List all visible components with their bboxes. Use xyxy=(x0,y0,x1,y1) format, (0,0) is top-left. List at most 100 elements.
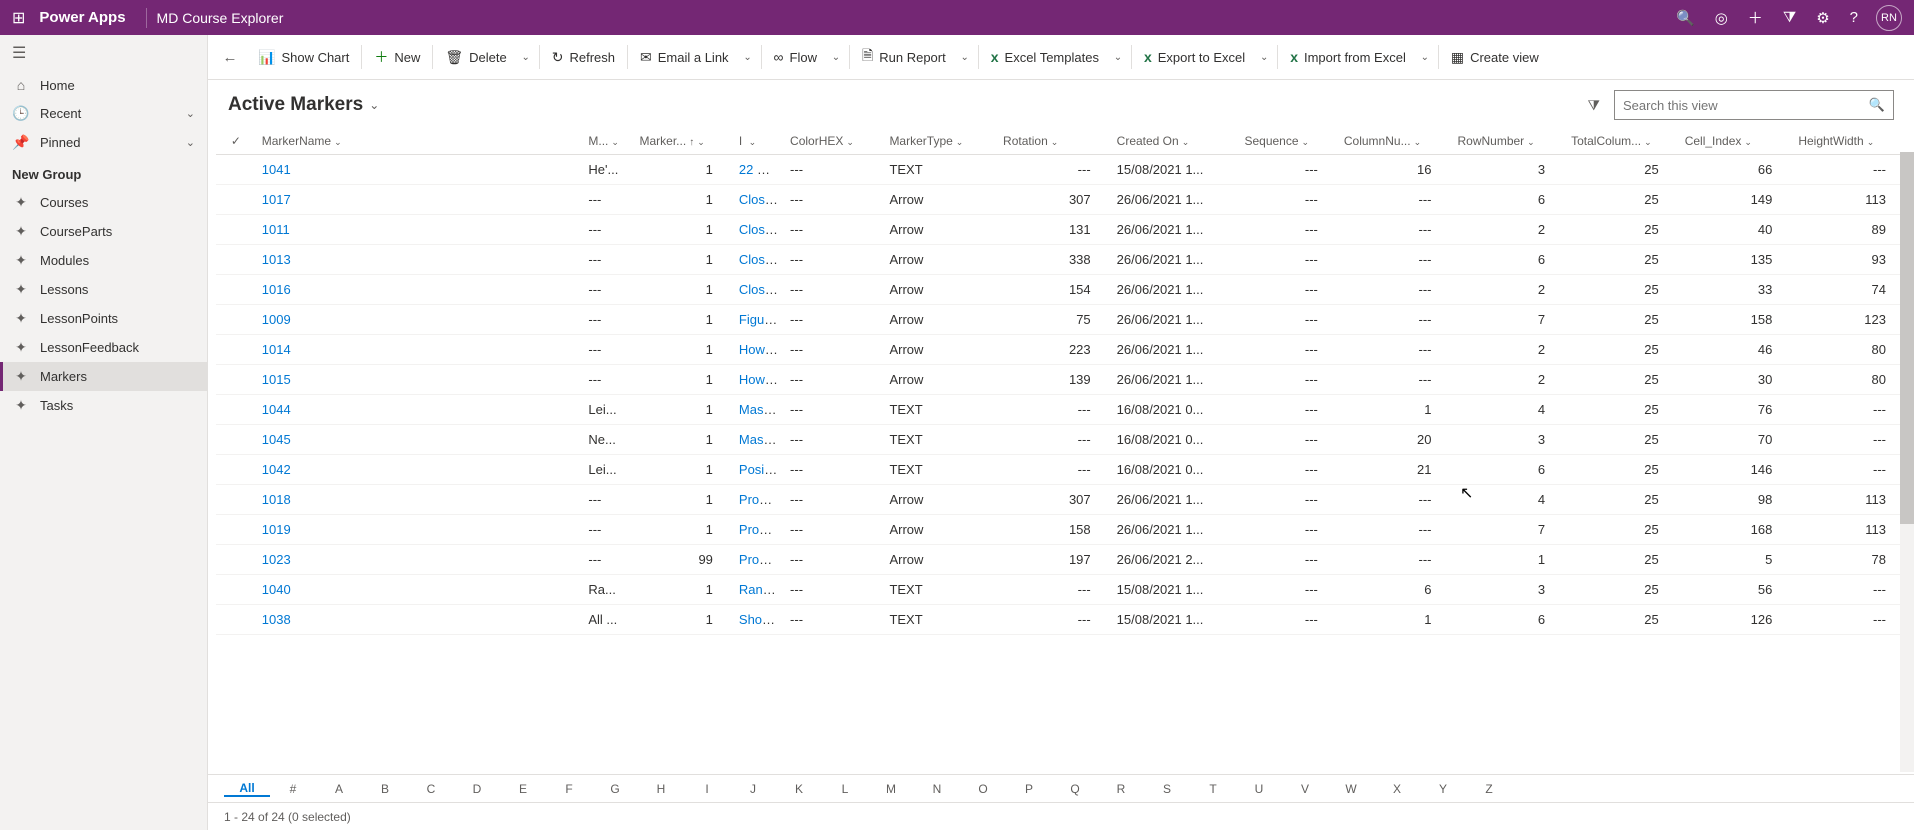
view-switcher[interactable]: ⌄ xyxy=(369,98,379,112)
row-checkbox[interactable] xyxy=(216,305,256,335)
alpha-index-H[interactable]: H xyxy=(638,782,684,796)
i-link[interactable]: Proximi xyxy=(739,492,782,507)
column-header[interactable]: RowNumber⌄ xyxy=(1451,128,1565,155)
table-row[interactable]: 1015---1How hu---Arrow13926/06/2021 1...… xyxy=(216,365,1906,395)
alpha-index-C[interactable]: C xyxy=(408,782,454,796)
select-all-checkbox[interactable]: ✓ xyxy=(216,128,256,155)
row-checkbox[interactable] xyxy=(216,155,256,185)
help-icon[interactable]: ? xyxy=(1850,9,1858,26)
row-checkbox[interactable] xyxy=(216,605,256,635)
row-checkbox[interactable] xyxy=(216,425,256,455)
back-button[interactable]: ← xyxy=(216,49,244,66)
run-report-button[interactable]: 🗎Run Report xyxy=(854,35,954,79)
marker-name-link[interactable]: 1042 xyxy=(262,462,291,477)
alpha-index-A[interactable]: A xyxy=(316,782,362,796)
table-row[interactable]: 1016---1Closure---Arrow15426/06/2021 1..… xyxy=(216,275,1906,305)
export-excel-button[interactable]: xExport to Excel xyxy=(1136,35,1253,79)
table-row[interactable]: 1045Ne...1Massive---TEXT---16/08/2021 0.… xyxy=(216,425,1906,455)
alpha-index-All[interactable]: All xyxy=(224,781,270,797)
marker-name-link[interactable]: 1015 xyxy=(262,372,291,387)
marker-name-link[interactable]: 1014 xyxy=(262,342,291,357)
i-link[interactable]: Massive xyxy=(739,432,784,447)
nav-pinned[interactable]: 📌 Pinned ⌄ xyxy=(0,128,207,157)
row-checkbox[interactable] xyxy=(216,575,256,605)
email-link-button[interactable]: ✉Email a Link xyxy=(632,35,737,79)
alpha-index-P[interactable]: P xyxy=(1006,782,1052,796)
target-icon[interactable]: ◎ xyxy=(1715,9,1728,27)
alpha-index-O[interactable]: O xyxy=(960,782,1006,796)
i-link[interactable]: How hu xyxy=(739,342,783,357)
alpha-index-N[interactable]: N xyxy=(914,782,960,796)
table-row[interactable]: 1013---1Closure---Arrow33826/06/2021 1..… xyxy=(216,245,1906,275)
sidebar-item-lessons[interactable]: ✦Lessons xyxy=(0,275,207,304)
table-row[interactable]: 1023---99Proximi---Arrow19726/06/2021 2.… xyxy=(216,545,1906,575)
alpha-index-E[interactable]: E xyxy=(500,782,546,796)
refresh-button[interactable]: ↻Refresh xyxy=(544,35,623,79)
import-split[interactable]: ⌄ xyxy=(1416,52,1434,63)
i-link[interactable]: Massive xyxy=(739,402,784,417)
delete-button[interactable]: 🗑Delete xyxy=(437,35,514,79)
column-header[interactable]: MarkerType⌄ xyxy=(883,128,997,155)
chevron-down-icon[interactable]: ⌄ xyxy=(186,136,195,149)
flow-button[interactable]: ∞Flow xyxy=(766,35,825,79)
i-link[interactable]: Should xyxy=(739,612,779,627)
search-icon[interactable]: 🔍 xyxy=(1869,97,1885,113)
alpha-index-W[interactable]: W xyxy=(1328,782,1374,796)
row-checkbox[interactable] xyxy=(216,185,256,215)
row-checkbox[interactable] xyxy=(216,215,256,245)
alpha-index-Q[interactable]: Q xyxy=(1052,782,1098,796)
chevron-down-icon[interactable]: ⌄ xyxy=(1182,137,1190,147)
show-chart-button[interactable]: 📊Show Chart xyxy=(250,35,357,79)
chevron-down-icon[interactable]: ⌄ xyxy=(1414,137,1422,147)
marker-name-link[interactable]: 1016 xyxy=(262,282,291,297)
search-input[interactable] xyxy=(1623,98,1869,113)
marker-name-link[interactable]: 1009 xyxy=(262,312,291,327)
app-launcher-icon[interactable]: ⊞ xyxy=(12,8,25,28)
search-icon[interactable]: 🔍 xyxy=(1676,9,1695,27)
alpha-index-I[interactable]: I xyxy=(684,782,730,796)
column-filter-icon[interactable]: ⧩ xyxy=(1588,97,1601,114)
i-link[interactable]: Closure xyxy=(739,192,784,207)
hamburger-icon[interactable]: ☰ xyxy=(0,35,207,71)
alpha-index-#[interactable]: # xyxy=(270,782,316,796)
marker-name-link[interactable]: 1017 xyxy=(262,192,291,207)
i-link[interactable]: Proximi xyxy=(739,552,782,567)
column-header[interactable]: Sequence⌄ xyxy=(1238,128,1337,155)
new-button[interactable]: ＋New xyxy=(366,35,428,79)
i-link[interactable]: 22 wins xyxy=(739,162,783,177)
column-header[interactable]: ColorHEX⌄ xyxy=(784,128,883,155)
alpha-index-M[interactable]: M xyxy=(868,782,914,796)
table-row[interactable]: 1014---1How hu---Arrow22326/06/2021 1...… xyxy=(216,335,1906,365)
alpha-index-R[interactable]: R xyxy=(1098,782,1144,796)
row-checkbox[interactable] xyxy=(216,365,256,395)
i-link[interactable]: Closure xyxy=(739,222,784,237)
chevron-down-icon[interactable]: ⌄ xyxy=(186,107,195,120)
row-checkbox[interactable] xyxy=(216,455,256,485)
alpha-index-J[interactable]: J xyxy=(730,782,776,796)
vertical-scrollbar[interactable] xyxy=(1900,152,1914,772)
i-link[interactable]: Proximi xyxy=(739,522,782,537)
i-link[interactable]: Position xyxy=(739,462,784,477)
column-header[interactable]: HeightWidth⌄ xyxy=(1792,128,1906,155)
import-excel-button[interactable]: xImport from Excel xyxy=(1282,35,1414,79)
add-icon[interactable]: ＋ xyxy=(1748,7,1763,28)
column-header[interactable]: M...⌄ xyxy=(582,128,633,155)
alpha-index-F[interactable]: F xyxy=(546,782,592,796)
sidebar-item-tasks[interactable]: ✦Tasks xyxy=(0,391,207,420)
i-link[interactable]: Figure ( xyxy=(739,312,784,327)
excel-templates-split[interactable]: ⌄ xyxy=(1109,52,1127,63)
chevron-down-icon[interactable]: ⌄ xyxy=(1644,137,1652,147)
marker-name-link[interactable]: 1018 xyxy=(262,492,291,507)
column-header[interactable]: I ⌄ xyxy=(733,128,784,155)
table-row[interactable]: 1019---1Proximi---Arrow15826/06/2021 1..… xyxy=(216,515,1906,545)
table-row[interactable]: 1044Lei...1Massive---TEXT---16/08/2021 0… xyxy=(216,395,1906,425)
report-split[interactable]: ⌄ xyxy=(956,52,974,63)
marker-name-link[interactable]: 1045 xyxy=(262,432,291,447)
marker-name-link[interactable]: 1019 xyxy=(262,522,291,537)
alpha-index-K[interactable]: K xyxy=(776,782,822,796)
alpha-index-S[interactable]: S xyxy=(1144,782,1190,796)
table-row[interactable]: 1042Lei...1Position---TEXT---16/08/2021 … xyxy=(216,455,1906,485)
row-checkbox[interactable] xyxy=(216,335,256,365)
marker-name-link[interactable]: 1011 xyxy=(262,222,290,237)
column-header[interactable]: Rotation⌄ xyxy=(997,128,1111,155)
